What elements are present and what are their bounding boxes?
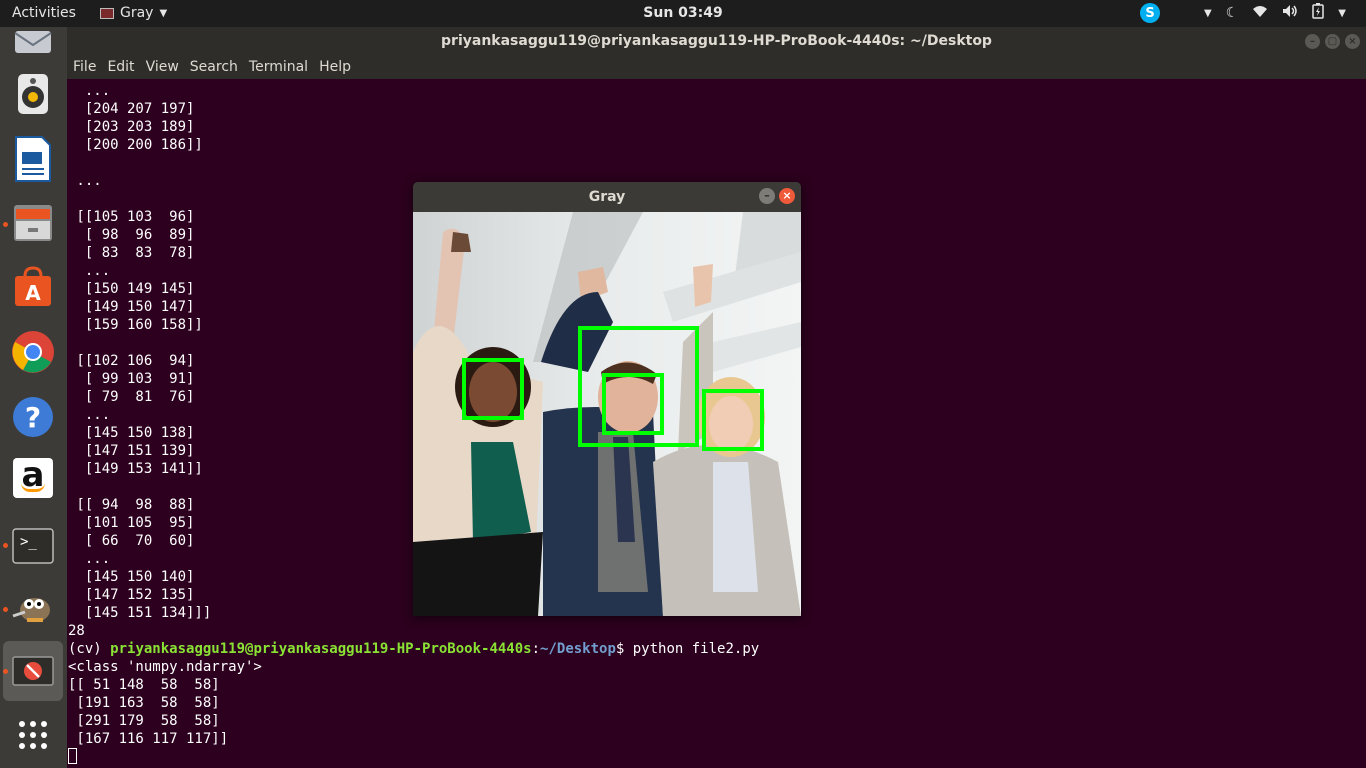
dock: A ? a >_ <box>0 27 67 768</box>
prompt-path: ~/Desktop <box>540 641 616 657</box>
prompt-colon: : <box>531 641 541 657</box>
help-glyph: ? <box>24 400 42 434</box>
prompt-user: priyankasaggu119@priyankasaggu119-HP-Pro… <box>110 641 532 657</box>
running-indicator <box>3 543 8 548</box>
wifi-icon[interactable] <box>1252 4 1268 22</box>
chevron-down-icon: ▼ <box>159 7 168 19</box>
menu-edit[interactable]: Edit <box>101 56 139 79</box>
gray-window-controls: – × <box>759 188 795 204</box>
dock-item-amazon[interactable]: a <box>13 458 53 498</box>
running-indicator <box>3 222 8 227</box>
dock-item-writer[interactable] <box>10 136 56 182</box>
menu-file[interactable]: File <box>67 56 101 79</box>
speaker-icon <box>18 74 48 114</box>
window-controls: – ▢ × <box>1305 34 1360 49</box>
prompt-env: (cv) <box>68 641 111 657</box>
system-tray[interactable]: S ▼ ☾ ▼ <box>1140 3 1346 23</box>
skype-icon[interactable]: S <box>1140 3 1161 23</box>
chrome-icon <box>12 331 54 373</box>
gimp-icon <box>12 598 50 622</box>
close-icon[interactable]: × <box>1345 34 1360 49</box>
power-menu-icon[interactable]: ▼ <box>1338 8 1346 19</box>
svg-text:A: A <box>25 281 41 305</box>
writer-icon <box>15 136 51 182</box>
app-window-icon <box>100 7 114 19</box>
running-indicator <box>3 607 8 612</box>
dock-item-gimp[interactable] <box>10 585 56 631</box>
dock-item-rhythmbox[interactable] <box>10 71 56 117</box>
close-icon[interactable]: × <box>779 188 795 204</box>
terminal-output: ... [204 207 197] [203 203 189] [200 200… <box>68 83 212 639</box>
maximize-icon[interactable]: ▢ <box>1325 34 1340 49</box>
blocked-app-icon <box>12 656 54 686</box>
text-cursor <box>68 748 77 764</box>
dock-item-active-app[interactable] <box>3 641 63 701</box>
dock-item-help[interactable]: ? <box>10 394 56 440</box>
files-icon <box>14 205 52 241</box>
terminal-title: priyankasaggu119@priyankasaggu119-HP-Pro… <box>441 33 992 49</box>
dock-item-show-apps[interactable] <box>10 712 56 758</box>
dock-item-mail[interactable] <box>10 19 56 65</box>
gray-image-window[interactable]: Gray – × <box>413 182 801 616</box>
app-menu-label: Gray <box>120 5 154 21</box>
terminal-titlebar[interactable]: priyankasaggu119@priyankasaggu119-HP-Pro… <box>67 27 1366 56</box>
minimize-icon[interactable]: – <box>759 188 775 204</box>
volume-icon[interactable] <box>1282 4 1298 22</box>
dock-item-files[interactable] <box>10 200 56 246</box>
running-indicator <box>3 669 8 674</box>
prompt-dollar: $ <box>615 641 633 657</box>
menu-view[interactable]: View <box>140 56 184 79</box>
software-center-icon: A <box>15 266 51 306</box>
menu-search[interactable]: Search <box>184 56 243 79</box>
gray-window-titlebar[interactable]: Gray – × <box>413 182 801 212</box>
minimize-icon[interactable]: – <box>1305 34 1320 49</box>
face-detection-image <box>413 212 801 616</box>
battery-icon[interactable] <box>1312 3 1325 23</box>
dock-item-terminal[interactable]: >_ <box>10 523 56 569</box>
chevron-down-icon[interactable]: ▼ <box>1204 8 1212 19</box>
show-apps-icon <box>19 721 47 749</box>
mail-icon <box>14 31 52 53</box>
terminal-menubar: File Edit View Search Terminal Help <box>67 56 1366 79</box>
menu-terminal[interactable]: Terminal <box>243 56 313 79</box>
gray-window-title: Gray <box>588 189 626 205</box>
command-text: python file2.py <box>632 641 760 657</box>
top-panel: Activities Gray ▼ Sun 03:49 S ▼ ☾ ▼ <box>0 0 1366 27</box>
terminal-output: <class 'numpy.ndarray'> [[ 51 148 58 58]… <box>68 659 262 747</box>
night-light-icon[interactable]: ☾ <box>1226 5 1239 21</box>
terminal-glyph: >_ <box>20 534 37 550</box>
dock-item-software[interactable]: A <box>10 264 56 310</box>
menu-help[interactable]: Help <box>313 56 356 79</box>
dock-item-chrome[interactable] <box>10 329 56 375</box>
app-menu[interactable]: Gray ▼ <box>100 5 167 21</box>
